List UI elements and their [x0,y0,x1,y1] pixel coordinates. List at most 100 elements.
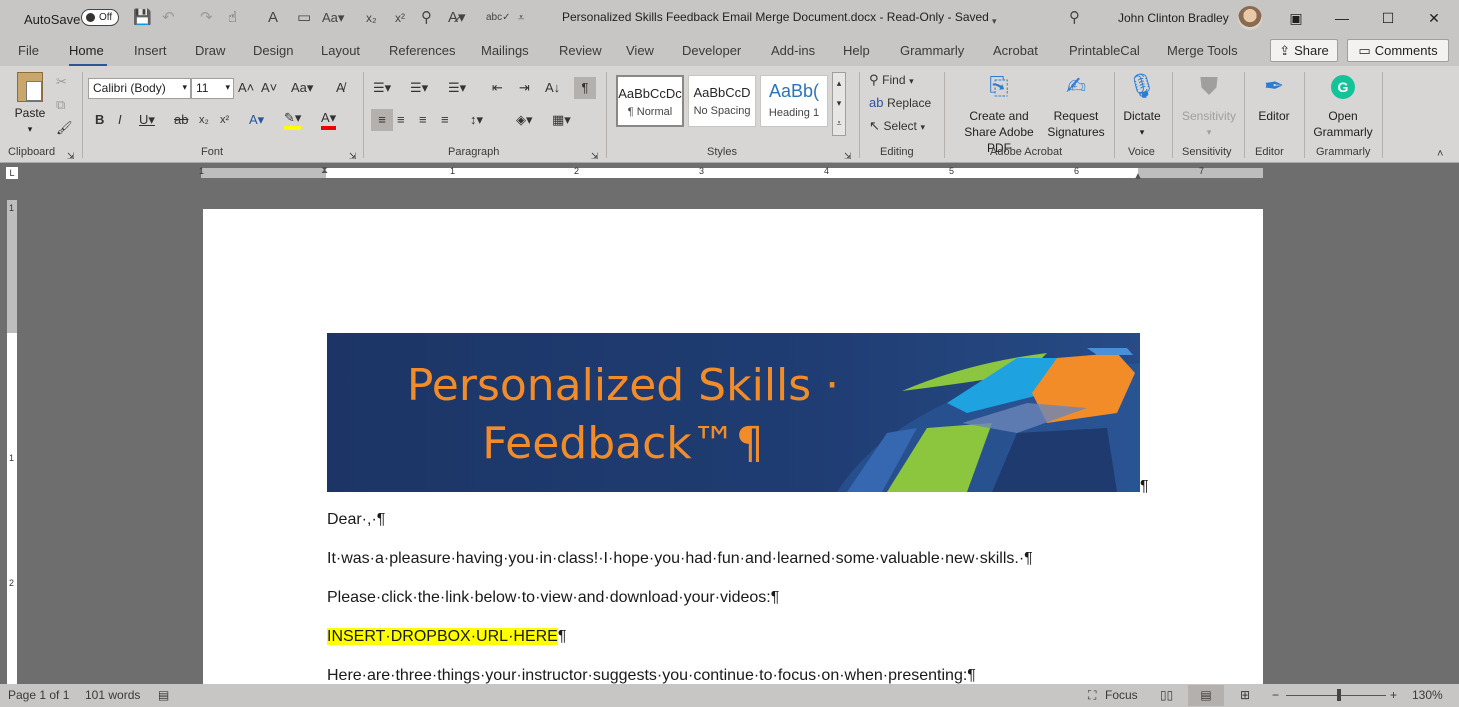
shrink-font-icon[interactable]: A˅ [261,80,277,96]
horizontal-ruler[interactable] [201,168,1263,178]
align-center-icon[interactable]: ≡ [397,112,405,128]
dialog-launcher-icon[interactable]: ⇲ [349,148,357,164]
maximize-icon[interactable]: ☐ [1365,0,1411,36]
dialog-launcher-icon[interactable]: ⇲ [67,148,75,164]
format-icon[interactable]: A̷▾ [448,8,466,28]
dialog-launcher-icon[interactable]: ⇲ [591,148,599,164]
font-size-dropdown[interactable]: 11 ▾ [191,78,234,99]
select-button[interactable]: ↖ Select ▾ [869,118,925,135]
find-button[interactable]: ⚲ Find ▾ [869,72,914,89]
multilevel-list-icon[interactable]: ☰▾ [448,80,466,96]
superscript-icon[interactable]: x² [220,112,229,128]
zoom-in-icon[interactable]: + [1390,688,1397,702]
tab-references[interactable]: References [389,43,455,58]
web-layout-icon[interactable]: ⊞ [1240,688,1250,702]
justify-icon[interactable]: ≡ [441,112,449,128]
style-heading-1[interactable]: AaBb(Heading 1 [760,75,828,127]
tab-view[interactable]: View [626,43,654,58]
bullets-icon[interactable]: ☰▾ [373,80,391,96]
strikethrough-icon[interactable]: ab [174,112,188,128]
copy-icon[interactable]: ⧉ [56,97,65,113]
tab-draw[interactable]: Draw [195,43,225,58]
minimize-icon[interactable]: — [1319,0,1365,36]
autosave-toggle[interactable]: Off [81,9,119,26]
body-paragraph[interactable]: Please·click·the·link·below·to·view·and·… [327,589,779,607]
focus-label[interactable]: Focus [1105,688,1138,702]
italic-icon[interactable]: I [118,112,122,128]
search-icon[interactable]: ⚲ [1069,8,1080,28]
align-left-icon[interactable]: ≡ [371,109,393,131]
increase-indent-icon[interactable]: ⇥ [519,80,530,96]
zoom-out-icon[interactable]: − [1272,688,1279,702]
highlight-icon[interactable]: ✎▾ [284,110,302,130]
undo-icon[interactable]: ↶ [162,8,175,28]
tab-developer[interactable]: Developer [682,43,741,58]
decrease-indent-icon[interactable]: ⇤ [492,80,503,96]
user-name[interactable]: John Clinton Bradley [1118,11,1229,25]
tab-layout[interactable]: Layout [321,43,360,58]
numbering-icon[interactable]: ☰▾ [410,80,428,96]
touch-mode-icon[interactable]: ☝ [228,8,237,28]
sort-icon[interactable]: A↓ [545,80,560,96]
grow-font-icon[interactable]: A˄ [238,80,254,96]
font-name-dropdown[interactable]: Calibri (Body) ▾ [88,78,191,99]
open-grammarly-button[interactable]: G Open Grammarly [1310,72,1376,140]
comments-button[interactable]: ▭ Comments [1347,39,1449,62]
greeting-paragraph[interactable]: Dear·,·¶ [327,511,385,529]
paste-button[interactable]: Paste ▾ [10,72,50,137]
underline-icon[interactable]: U▾ [139,112,155,128]
create-share-pdf-button[interactable]: ⎘ Create and Share Adobe PDF [952,72,1046,156]
tab-home[interactable]: Home [69,43,104,58]
collapse-ribbon-icon[interactable]: ˄ [1437,146,1443,162]
bold-icon[interactable]: B [95,112,104,128]
screenshot-icon[interactable]: ▭ [297,8,311,28]
subscript-icon[interactable]: x₂ [366,8,377,28]
change-case-icon[interactable]: Aa▾ [322,8,344,28]
dialog-launcher-icon[interactable]: ⇲ [844,148,852,164]
align-right-icon[interactable]: ≡ [419,112,427,128]
style-no-spacing[interactable]: AaBbCcD No Spacing [688,75,756,127]
tab-design[interactable]: Design [253,43,293,58]
right-indent-marker-icon[interactable]: ▲ [1133,169,1143,185]
zoom-slider-thumb[interactable] [1337,689,1341,701]
share-button[interactable]: ⇪ Share [1270,39,1338,62]
page-count[interactable]: Page 1 of 1 [8,688,69,702]
document-title[interactable]: Personalized Skills Feedback Email Merge… [562,10,989,24]
tab-printablecal[interactable]: PrintableCal [1069,43,1140,58]
avatar[interactable] [1238,6,1262,30]
tab-grammarly[interactable]: Grammarly [900,43,964,58]
spelling-icon[interactable]: abc✓ [486,8,511,28]
shading-icon[interactable]: ◈▾ [516,112,533,128]
zoom-slider[interactable] [1286,695,1386,696]
print-layout-icon[interactable]: ▤ [1188,685,1224,706]
word-count[interactable]: 101 words [85,688,140,702]
focus-icon[interactable]: ⛶ [1088,688,1096,703]
tab-help[interactable]: Help [843,43,870,58]
tab-merge-tools[interactable]: Merge Tools [1167,43,1238,58]
format-painter-icon[interactable]: 🖌 [56,120,73,136]
redo-icon[interactable]: ↷ [200,8,213,28]
body-paragraph[interactable]: It·was·a·pleasure·having·you·in·class!·I… [327,550,1033,568]
cut-icon[interactable]: ✂ [56,74,67,90]
borders-icon[interactable]: ▦▾ [552,112,571,128]
tab-acrobat[interactable]: Acrobat [993,43,1038,58]
read-mode-icon[interactable]: ▯▯ [1160,688,1173,702]
chevron-down-icon[interactable]: ▾ [992,11,997,31]
ribbon-display-icon[interactable]: ▣ [1273,0,1319,36]
indent-marker-icon[interactable]: ⧗ [321,163,328,179]
save-icon[interactable]: 💾 [133,8,152,28]
style-normal[interactable]: AaBbCcDc ¶ Normal [616,75,684,127]
tab-review[interactable]: Review [559,43,602,58]
font-color-icon[interactable]: A▾ [321,110,337,130]
line-spacing-icon[interactable]: ↕▾ [470,112,483,128]
tab-selector-icon[interactable]: L [6,167,18,179]
styles-scroll-icon[interactable]: ▴ ▾ ⩡ [832,72,846,136]
close-icon[interactable]: ✕ [1411,0,1457,36]
header-banner-image[interactable]: Personalized Skills · Feedback™¶ [327,333,1140,492]
request-signatures-button[interactable]: ✍ Request Signatures [1045,72,1107,140]
text-effects-icon[interactable]: A▾ [249,112,264,128]
customize-qat-icon[interactable]: ⩡ [518,8,524,28]
editor-button[interactable]: ✒ Editor [1250,72,1298,124]
show-formatting-marks-icon[interactable]: ¶ [574,77,596,99]
tab-mailings[interactable]: Mailings [481,43,529,58]
